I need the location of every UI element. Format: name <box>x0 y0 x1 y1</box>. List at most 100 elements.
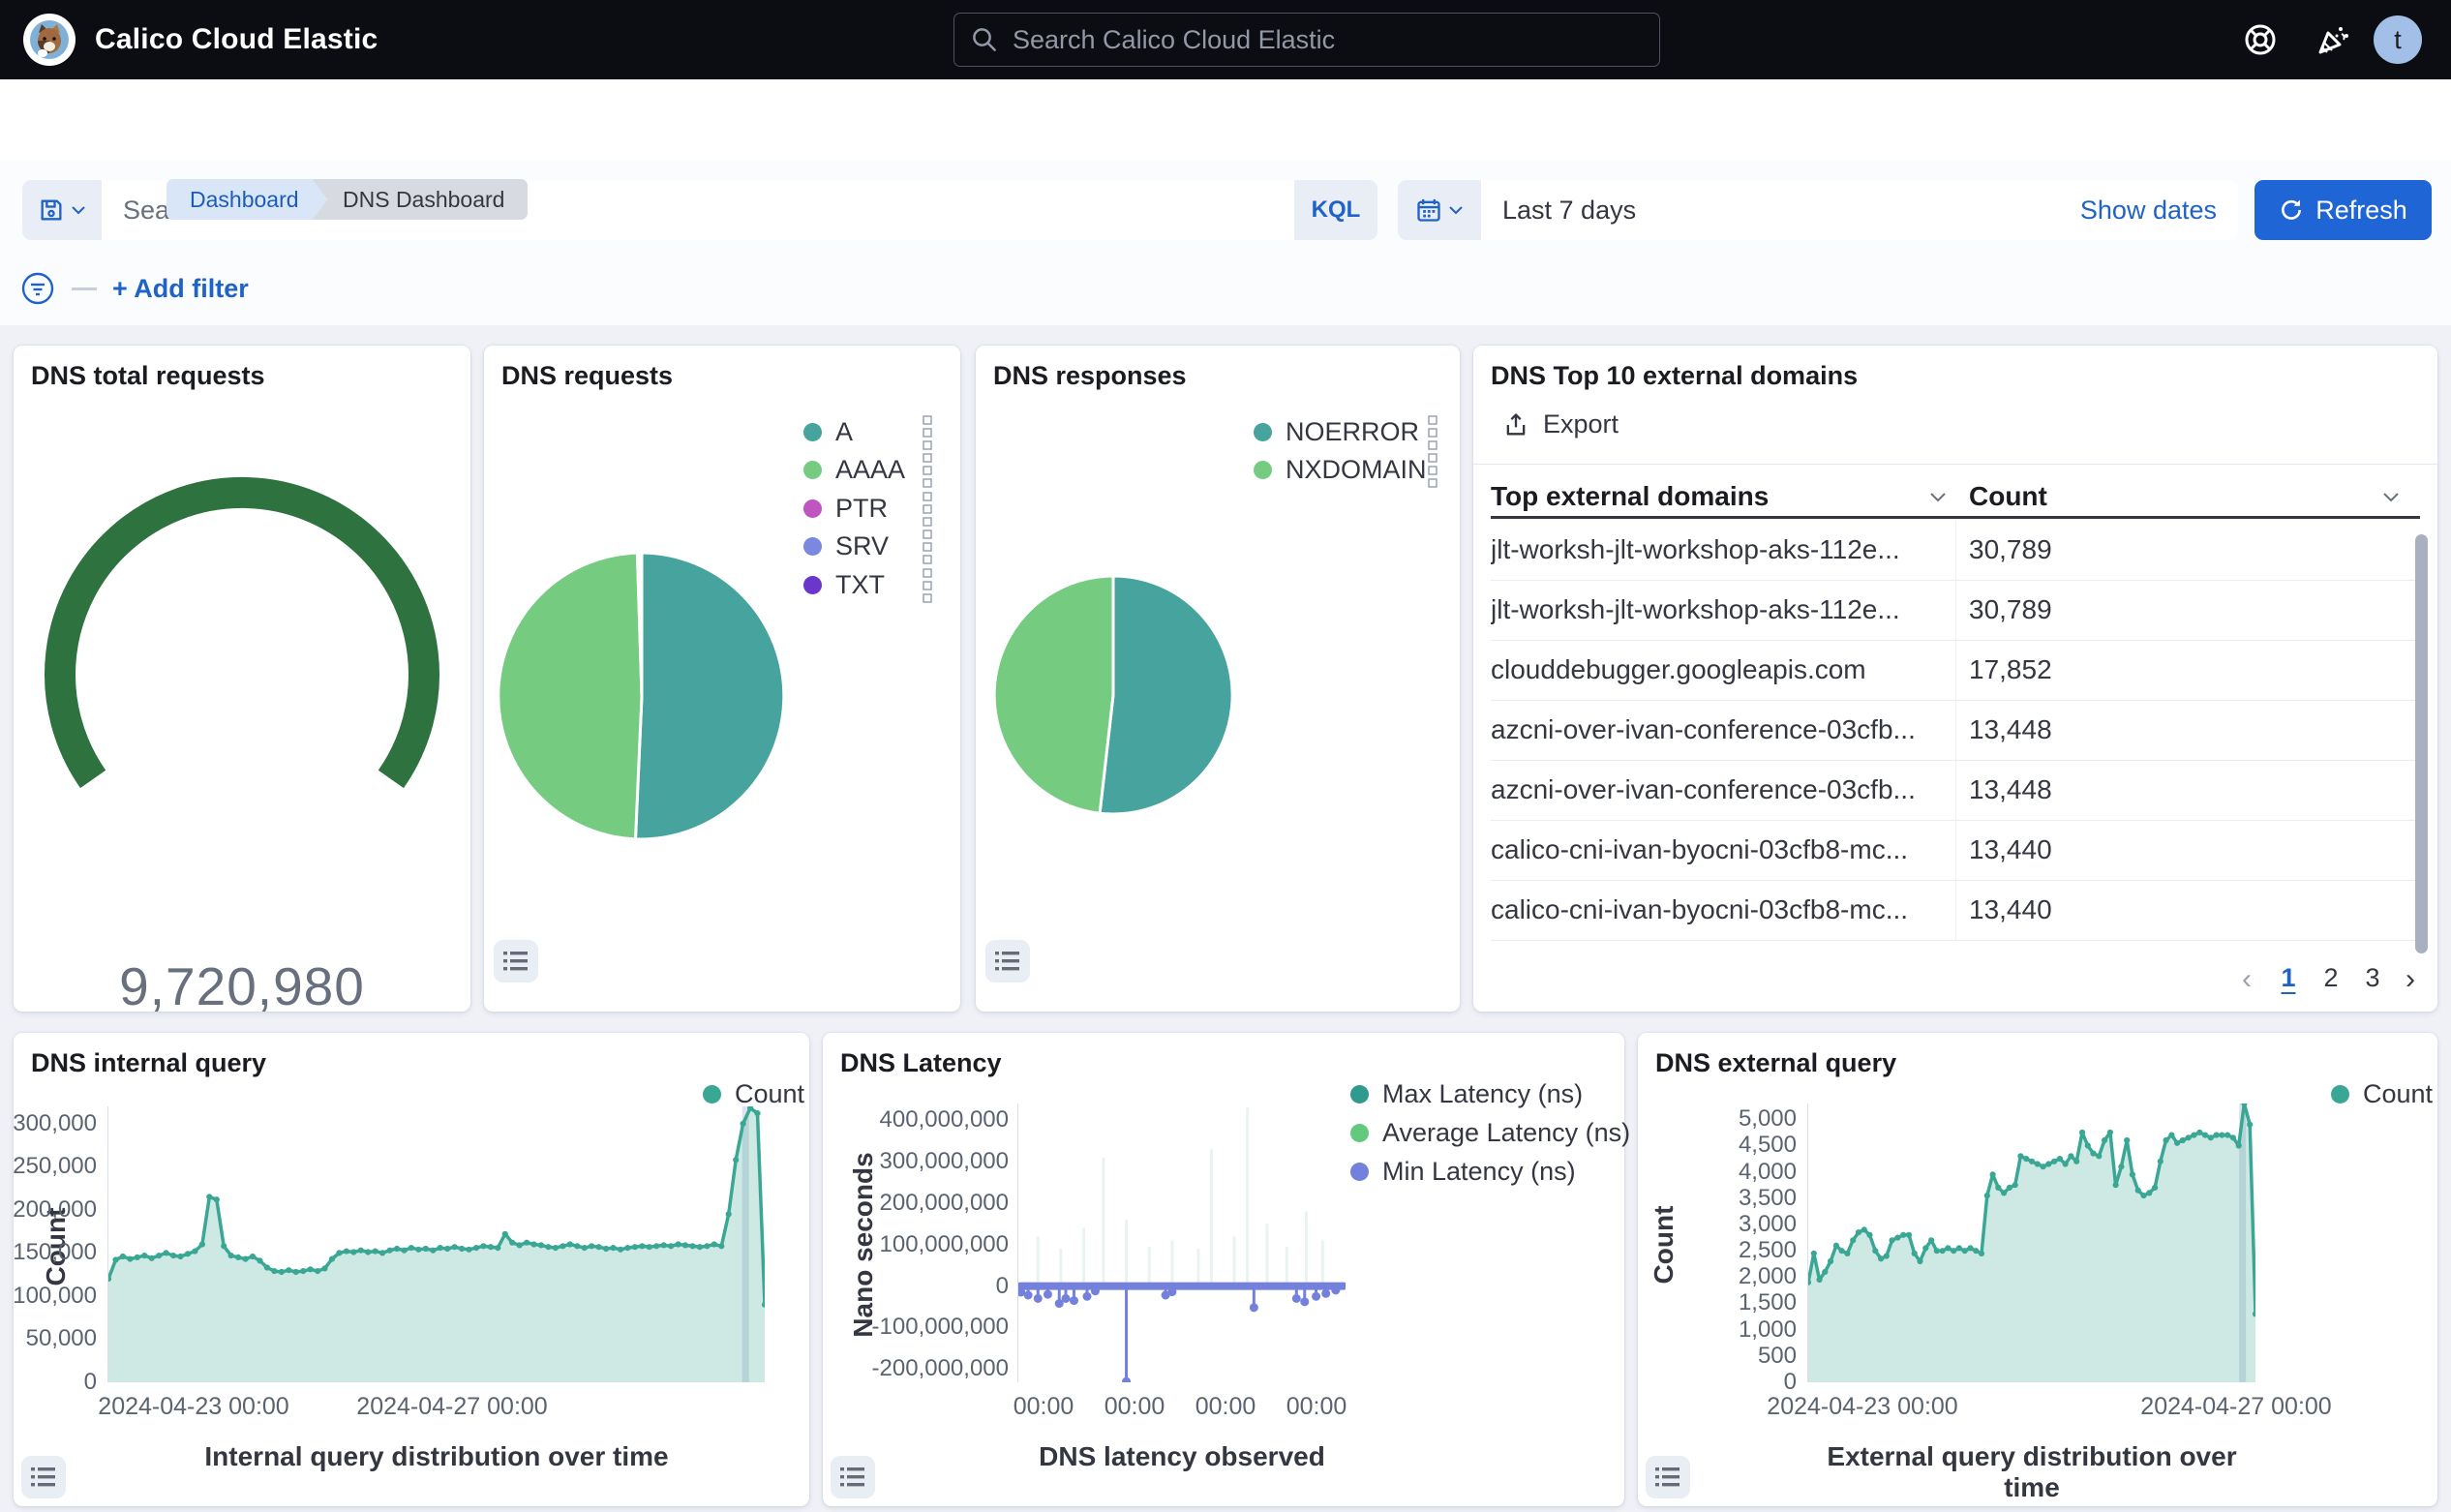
saved-query-menu-button[interactable] <box>22 180 102 240</box>
panel-title: DNS external query <box>1655 1048 1896 1078</box>
dns-requests-pie-chart <box>497 551 787 841</box>
gauge-chart <box>29 442 455 801</box>
whats-new-party-icon[interactable] <box>2314 20 2352 59</box>
y-axis-tick: 0 <box>1784 1369 1797 1396</box>
cat-icon <box>29 19 70 60</box>
global-search[interactable] <box>953 13 1660 67</box>
legend-actions-icon[interactable] <box>922 492 933 527</box>
legend-item-min-latency[interactable]: Min Latency (ns) <box>1350 1157 1576 1187</box>
y-axis-tick: 2,500 <box>1739 1237 1797 1264</box>
column-header-domains[interactable]: Top external domains <box>1491 481 1947 512</box>
legend-actions-icon[interactable] <box>1427 453 1438 488</box>
pagination-page-1[interactable]: 1 <box>2271 963 2306 993</box>
user-avatar[interactable]: t <box>2374 15 2422 64</box>
table-row[interactable]: azcni-over-ivan-conference-03cfb... 13,4… <box>1491 700 2420 761</box>
calico-cat-logo[interactable] <box>23 14 76 66</box>
legend-dot <box>803 499 822 518</box>
divider <box>1473 464 2437 465</box>
date-picker-bar: Last 7 days Show dates <box>1398 180 2238 240</box>
add-filter-button[interactable]: + Add filter <box>112 274 249 304</box>
legend-item-max-latency[interactable]: Max Latency (ns) <box>1350 1079 1583 1109</box>
global-search-input[interactable] <box>1011 24 1659 56</box>
legend-item-noerror[interactable]: NOERROR <box>1254 417 1419 447</box>
filter-funnel-icon[interactable] <box>19 270 56 307</box>
gauge-value: 9,720,980 <box>14 955 470 1017</box>
panel-list-button[interactable] <box>831 1456 875 1498</box>
panel-list-button[interactable] <box>1646 1456 1690 1498</box>
legend-dot <box>703 1085 721 1104</box>
table-row[interactable]: calico-cni-ivan-byocni-03cfb8-mc... 13,4… <box>1491 820 2420 881</box>
y-axis-tick: 1,500 <box>1739 1289 1797 1316</box>
legend-actions-icon[interactable] <box>922 453 933 488</box>
app-header: Calico Cloud Elastic <box>0 0 2451 79</box>
legend-item-count[interactable]: Count <box>703 1079 804 1109</box>
legend-dot <box>803 461 822 479</box>
panel-list-button[interactable] <box>494 940 538 983</box>
dns-responses-pie-chart <box>992 574 1234 816</box>
panel-title: DNS total requests <box>31 361 265 391</box>
pagination-page-3[interactable]: 3 <box>2355 963 2390 993</box>
table-row[interactable]: clouddebugger.googleapis.com 17,852 <box>1491 640 2420 701</box>
legend-item-count[interactable]: Count <box>2331 1079 2433 1109</box>
legend-dot <box>803 576 822 594</box>
legend-dot <box>2331 1085 2349 1104</box>
show-dates-link[interactable]: Show dates <box>2080 196 2217 226</box>
legend-item-average-latency[interactable]: Average Latency (ns) <box>1350 1118 1630 1148</box>
column-header-count[interactable]: Count <box>1969 481 2400 512</box>
breadcrumb-current[interactable]: DNS Dashboard <box>308 179 528 220</box>
y-axis-tick: 100,000 <box>13 1283 97 1310</box>
y-axis-tick: 150,000 <box>13 1239 97 1266</box>
y-axis-tick: 400,000,000 <box>880 1106 1009 1134</box>
table-row[interactable]: calico-cni-ivan-byocni-03cfb8-mc... 13,4… <box>1491 880 2420 941</box>
export-icon <box>1502 411 1529 438</box>
refresh-button[interactable]: Refresh <box>2254 180 2432 240</box>
query-language-button[interactable]: KQL <box>1294 197 1377 224</box>
panel-title: DNS Latency <box>840 1048 1002 1078</box>
pagination-next[interactable]: › <box>2393 963 2428 996</box>
panel-title: DNS Top 10 external domains <box>1491 361 1858 391</box>
help-icon[interactable] <box>2241 20 2280 59</box>
table-scrollbar[interactable] <box>2415 534 2428 953</box>
y-axis-tick: 300,000,000 <box>880 1148 1009 1175</box>
y-axis-tick: 5,000 <box>1739 1105 1797 1133</box>
y-axis-ticks: 300,000250,000200,000150,000100,00050,00… <box>14 1106 97 1382</box>
date-quick-select-button[interactable] <box>1398 180 1481 240</box>
panel-list-button[interactable] <box>985 940 1030 983</box>
time-range-value[interactable]: Last 7 days <box>1502 196 2080 226</box>
pagination-prev[interactable]: ‹ <box>2229 963 2264 996</box>
x-axis-tick: 2024-04-27 00:00 <box>2140 1393 2331 1421</box>
panel-dns-total-requests: DNS total requests 9,720,980 Total DNS q… <box>14 346 470 1012</box>
pagination-page-2[interactable]: 2 <box>2314 963 2348 993</box>
legend-item-ptr[interactable]: PTR <box>803 494 888 524</box>
export-button[interactable]: Export <box>1502 409 1619 439</box>
legend-actions-icon[interactable] <box>922 529 933 564</box>
app-title: Calico Cloud Elastic <box>95 0 378 79</box>
panel-list-button[interactable] <box>21 1456 66 1498</box>
save-icon <box>38 197 65 224</box>
y-axis-tick: 1,000 <box>1739 1316 1797 1344</box>
x-axis-title: Internal query distribution over time <box>108 1441 765 1472</box>
legend-actions-icon[interactable] <box>922 415 933 450</box>
legend-item-aaaa[interactable]: AAAA <box>803 455 905 485</box>
refresh-label: Refresh <box>2315 196 2407 226</box>
table-row[interactable]: azcni-over-ivan-conference-03cfb... 13,4… <box>1491 760 2420 821</box>
legend-item-a[interactable]: A <box>803 417 853 447</box>
legend-dot <box>1350 1124 1369 1142</box>
y-axis-tick: 4,500 <box>1739 1132 1797 1159</box>
y-axis-tick: -200,000,000 <box>872 1355 1009 1382</box>
gauge-arc <box>60 493 424 779</box>
panel-title: DNS responses <box>993 361 1187 391</box>
y-axis-tick: -100,000,000 <box>872 1314 1009 1341</box>
table-row[interactable]: jlt-worksh-jlt-workshop-aks-112e... 30,7… <box>1491 580 2420 641</box>
legend-actions-icon[interactable] <box>1427 415 1438 450</box>
x-axis-tick: 00:00 <box>1286 1393 1347 1421</box>
breadcrumb-dashboard[interactable]: Dashboard <box>166 179 328 220</box>
table-row[interactable]: jlt-worksh-jlt-workshop-aks-112e... 30,7… <box>1491 520 2420 581</box>
legend-item-nxdomain[interactable]: NXDOMAIN <box>1254 455 1427 485</box>
legend-item-srv[interactable]: SRV <box>803 531 889 561</box>
dashboard-toolbar: c Dashboard DNS Dashboard Full screen Sh… <box>0 79 2451 162</box>
chevron-down-icon <box>1448 205 1464 215</box>
legend-item-txt[interactable]: TXT <box>803 570 885 600</box>
panel-dns-latency: DNS Latency Max Latency (ns) Average Lat… <box>823 1033 1624 1506</box>
legend-actions-icon[interactable] <box>922 568 933 603</box>
